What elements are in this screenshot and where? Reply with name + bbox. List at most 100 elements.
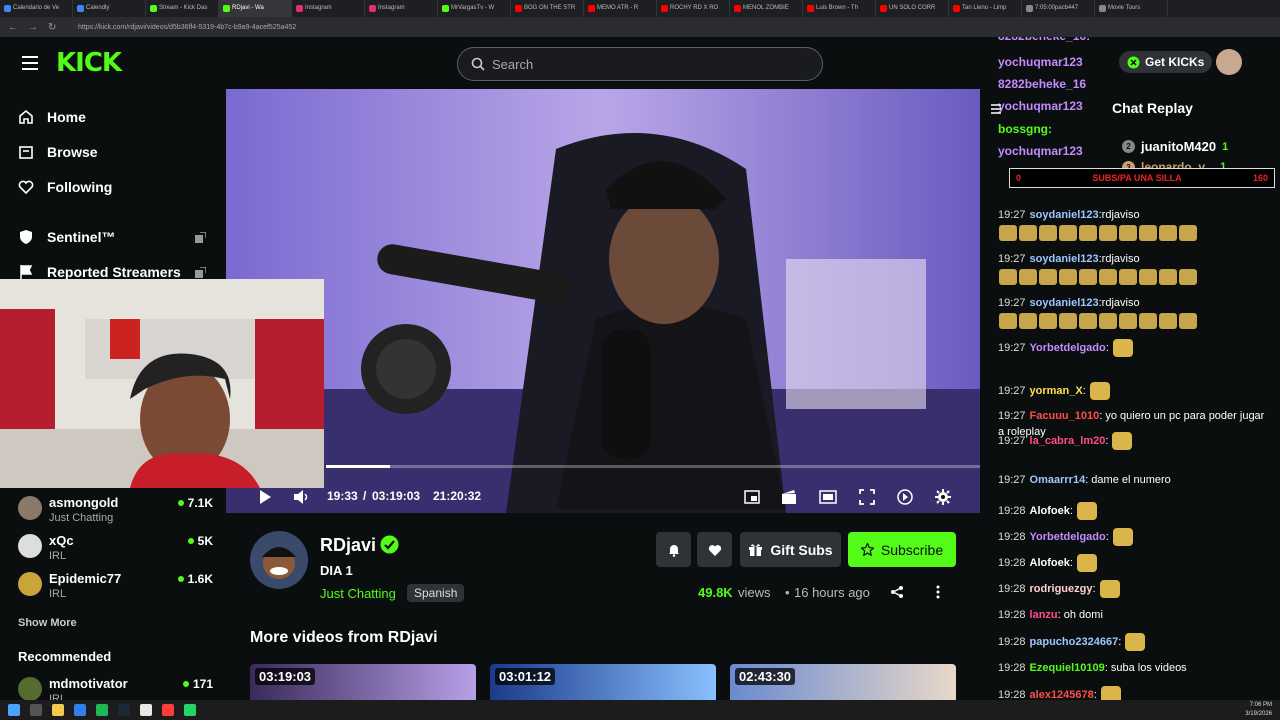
tab-favicon bbox=[77, 5, 84, 12]
volume-icon[interactable] bbox=[292, 488, 310, 506]
browser-tab[interactable]: MEMO ATR - R bbox=[584, 0, 657, 17]
chat-username[interactable]: rodriguezgy bbox=[1030, 583, 1093, 595]
emote-icon bbox=[1119, 313, 1137, 330]
sidebar-stream-item[interactable]: Epidemic77 IRL 1.6K bbox=[18, 570, 213, 604]
browser-tab[interactable]: Calendly bbox=[73, 0, 146, 17]
browser-tab[interactable]: MENOL ZOMBIE bbox=[730, 0, 803, 17]
tab-favicon bbox=[661, 5, 668, 12]
browser-tab[interactable]: MrVargasTv - W bbox=[438, 0, 511, 17]
chat-username[interactable]: papucho2324667 bbox=[1030, 636, 1119, 648]
video-thumbnail[interactable]: 03:19:03 bbox=[250, 664, 476, 704]
sidebar-item-home[interactable]: Home bbox=[18, 109, 86, 125]
browser-tab-active[interactable]: RDjavi - Wa bbox=[219, 0, 292, 17]
sidebar-item-sentinel[interactable]: Sentinel™ bbox=[18, 229, 115, 245]
more-options-icon[interactable] bbox=[932, 585, 944, 599]
notification-button[interactable] bbox=[656, 532, 691, 567]
star-icon bbox=[860, 543, 874, 556]
stream-name: xQc bbox=[49, 533, 74, 548]
chat-username[interactable]: Omaarrr14 bbox=[1030, 474, 1086, 486]
clip-icon[interactable] bbox=[780, 488, 798, 506]
chat-username[interactable]: Alofoek bbox=[1030, 505, 1070, 517]
browser-tab[interactable]: Movie Tours bbox=[1095, 0, 1168, 17]
chat-username[interactable]: yorman_X bbox=[1030, 385, 1083, 397]
gift-subs-button[interactable]: Gift Subs bbox=[740, 532, 841, 567]
chat-username[interactable]: Yorbetdelgado bbox=[1030, 342, 1106, 354]
category-link[interactable]: Just Chatting bbox=[320, 586, 396, 601]
emote-icon bbox=[1039, 313, 1057, 330]
video-title: DIA 1 bbox=[320, 563, 353, 578]
channel-name[interactable]: RDjavi bbox=[320, 535, 376, 556]
chat-username[interactable]: soydaniel123 bbox=[1030, 297, 1099, 309]
sidebar-item-following[interactable]: Following bbox=[18, 179, 112, 195]
top-gifter-item[interactable]: 2 juanitoM420 1 bbox=[1122, 139, 1228, 154]
video-thumbnail[interactable]: 02:43:30 bbox=[730, 664, 956, 704]
tab-favicon bbox=[369, 5, 376, 12]
start-icon[interactable] bbox=[8, 704, 20, 716]
sidebar-stream-item[interactable]: asmongold Just Chatting 7.1K bbox=[18, 494, 213, 528]
browser-tab[interactable]: UN SOLO CORR bbox=[876, 0, 949, 17]
chat-username[interactable]: Ezequiel10109 bbox=[1030, 662, 1105, 674]
show-more-link[interactable]: Show More bbox=[18, 617, 77, 629]
forward-icon[interactable]: → bbox=[28, 22, 40, 33]
browser-tab[interactable]: BOG ON THE STR bbox=[511, 0, 584, 17]
kick-logo[interactable]: KICK bbox=[56, 50, 122, 76]
chat-username[interactable]: Alofoek bbox=[1030, 557, 1070, 569]
collapse-chat-icon[interactable] bbox=[990, 103, 1002, 115]
browser-tab[interactable]: ROCHY RD X RO bbox=[657, 0, 730, 17]
browser-tab[interactable]: Tan Lleno - Limp bbox=[949, 0, 1022, 17]
whatsapp-icon[interactable] bbox=[184, 704, 196, 716]
sidebar-item-browse[interactable]: Browse bbox=[18, 144, 98, 160]
sidebar-item-reported-streamers[interactable]: Reported Streamers bbox=[18, 264, 181, 280]
external-link-icon[interactable] bbox=[195, 267, 206, 278]
browser-tab[interactable]: Instagram bbox=[365, 0, 438, 17]
subscribe-button[interactable]: Subscribe bbox=[848, 532, 956, 567]
emote-icon bbox=[1139, 225, 1157, 242]
reload-icon[interactable]: ↻ bbox=[48, 22, 60, 33]
chat-username[interactable]: lanzu bbox=[1030, 609, 1058, 621]
browser-tab[interactable]: Instagram bbox=[292, 0, 365, 17]
playback-speed-icon[interactable] bbox=[896, 488, 914, 506]
browser-tab[interactable]: Stream - Kick Das bbox=[146, 0, 219, 17]
chat-username[interactable]: Facuuu_1010 bbox=[1030, 410, 1100, 422]
settings-gear-icon[interactable] bbox=[934, 488, 952, 506]
external-link-icon[interactable] bbox=[195, 232, 206, 243]
seek-bar-fill bbox=[326, 465, 391, 468]
browser-tab[interactable]: Luis Brown - Th bbox=[803, 0, 876, 17]
edge-icon[interactable] bbox=[74, 704, 86, 716]
play-icon[interactable] bbox=[256, 488, 274, 506]
obs-icon[interactable] bbox=[162, 704, 174, 716]
spotify-icon[interactable] bbox=[96, 704, 108, 716]
chat-username[interactable]: Yorbetdelgado bbox=[1030, 531, 1106, 543]
seek-bar[interactable] bbox=[326, 465, 980, 468]
sidebar-stream-item[interactable]: xQc IRL 5K bbox=[18, 532, 213, 566]
chat-text: : bbox=[1092, 582, 1096, 595]
url-text[interactable]: https://kick.com/rdjavi/videos/d5b36ff4-… bbox=[78, 24, 296, 31]
video-player[interactable]: 19:33 / 03:19:03 21:20:32 bbox=[226, 89, 980, 513]
chat-username[interactable]: la_cabra_lm20 bbox=[1030, 435, 1106, 447]
search-box[interactable] bbox=[457, 47, 823, 81]
video-thumbnail[interactable]: 03:01:12 bbox=[490, 664, 716, 704]
chat-username[interactable]: soydaniel123 bbox=[1030, 209, 1099, 221]
get-kicks-button[interactable]: Get KICKs bbox=[1119, 51, 1213, 73]
search-icon[interactable] bbox=[30, 704, 42, 716]
channel-avatar[interactable] bbox=[250, 531, 308, 589]
browser-tab[interactable]: Calendario de Ve bbox=[0, 0, 73, 17]
emote-icon bbox=[1099, 313, 1117, 330]
back-icon[interactable]: ← bbox=[8, 22, 20, 33]
chat-username[interactable]: soydaniel123 bbox=[1030, 253, 1099, 265]
chrome-icon[interactable] bbox=[140, 704, 152, 716]
steam-icon[interactable] bbox=[118, 704, 130, 716]
share-icon[interactable] bbox=[890, 585, 904, 599]
fullscreen-icon[interactable] bbox=[858, 488, 876, 506]
file-explorer-icon[interactable] bbox=[52, 704, 64, 716]
language-tag[interactable]: Spanish bbox=[407, 584, 465, 602]
theater-mode-icon[interactable] bbox=[819, 488, 837, 506]
search-input[interactable] bbox=[492, 56, 792, 72]
miniplayer-icon[interactable] bbox=[743, 488, 761, 506]
chat-timestamp: 19:28 bbox=[998, 635, 1026, 648]
follow-button[interactable] bbox=[697, 532, 732, 567]
browser-tab[interactable]: 7:05:00pacb447 bbox=[1022, 0, 1095, 17]
menu-icon[interactable] bbox=[22, 56, 38, 70]
user-avatar[interactable] bbox=[1216, 49, 1242, 75]
chat-timestamp: 19:28 bbox=[998, 609, 1026, 621]
